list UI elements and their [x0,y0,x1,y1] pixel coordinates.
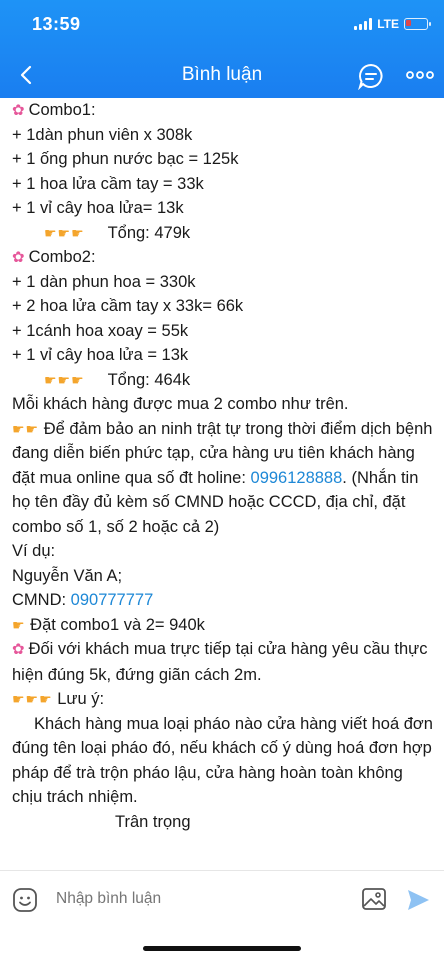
status-time: 13:59 [32,14,81,34]
flower-icon: ✿ [12,249,25,266]
comment-composer [0,870,444,929]
flower-icon: ✿ [12,102,25,119]
pointing-hand-icon: ☛☛☛ [44,224,85,241]
pointing-hand-icon: ☛☛☛ [12,691,53,707]
battery-icon [404,18,431,30]
warning-text: Khách hàng mua loại pháo nào cửa hàng vi… [12,714,433,807]
example-order: ☛ Đặt combo1 và 2= 940k [12,613,436,638]
list-item: + 1 dàn phun hoa = 330k [12,272,196,291]
pointing-hand-icon: ☛☛☛ [44,371,85,388]
security-note: ☛☛ Để đảm bảo an ninh trật tự trong thời… [12,417,436,540]
comment-icon[interactable] [357,62,385,90]
list-item: + 1 vỉ cây hoa lửa = 13k [12,346,189,364]
combo1-total: ☛☛☛ Tổng: 479k [12,221,436,246]
example-label: Ví dụ: [12,542,56,560]
id-number-link[interactable]: 090777777 [71,591,154,609]
more-options-icon[interactable] [405,66,435,84]
list-item: + 1 vỉ cây hoa lửa= 13k [12,199,184,217]
image-icon[interactable] [361,887,387,911]
warning-heading: ☛☛☛ Lưu ý: [12,687,436,712]
flower-icon: ✿ [12,641,25,658]
comment-body: ✿ Combo1: + 1dàn phun viên x 308k + 1 ống… [12,98,436,834]
example-name: Nguyễn Văn A; [12,566,123,585]
home-indicator [143,946,301,951]
list-item: + 1dàn phun viên x 308k [12,125,193,144]
network-label: LTE [377,17,399,31]
send-icon[interactable] [405,887,431,913]
app-header: 13:59 LTE Bình luận [0,0,444,98]
example-id: CMND: 090777777 [12,591,154,609]
emoji-icon[interactable] [12,887,38,913]
status-icons: LTE [354,17,431,31]
combo1-heading: ✿ Combo1: [12,98,436,123]
list-item: + 1 ống phun nước bạc = 125k [12,150,239,168]
combo2-total: ☛☛☛ Tổng: 464k [12,368,436,393]
list-item: + 1 hoa lửa cầm tay = 33k [12,174,204,193]
combo2-heading: ✿ Combo2: [12,245,436,270]
pointing-hand-icon: ☛☛ [12,420,40,437]
hotline-link[interactable]: 0996128888 [251,469,343,487]
list-item: + 2 hoa lửa cầm tay x 33k= 66k [12,297,244,315]
comment-input[interactable] [56,890,336,908]
in-store-note: ✿ Đối với khách mua trực tiếp tại cửa hàn… [12,640,428,684]
pointing-hand-icon: ☛ [12,616,26,633]
limit-note: Mỗi khách hàng được mua 2 combo như trên… [12,395,349,413]
signature: Trân trọng [115,812,191,831]
signal-icon [354,18,373,30]
list-item: + 1cánh hoa xoay = 55k [12,321,189,340]
